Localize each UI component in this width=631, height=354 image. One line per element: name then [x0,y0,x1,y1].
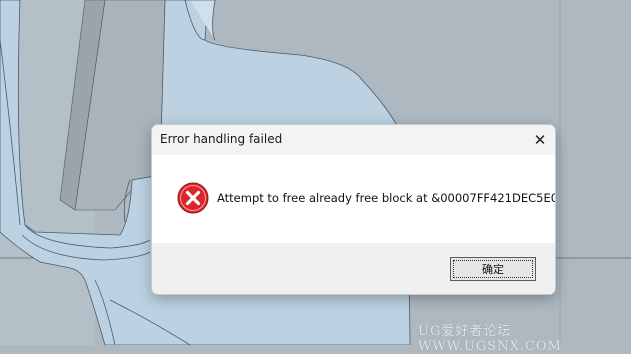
error-x-icon [177,182,209,214]
dialog-content: Attempt to free already free block at &0… [152,155,555,243]
error-message: Attempt to free already free block at &0… [217,191,556,205]
dialog-titlebar[interactable]: Error handling failed ✕ [152,125,555,155]
watermark: UG爱好者论坛 WWW.UGSNX.COM [418,324,562,354]
ok-button[interactable]: 确定 [450,257,536,281]
dialog-title: Error handling failed [160,132,283,146]
close-button[interactable]: ✕ [525,125,555,155]
error-dialog: Error handling failed ✕ Attempt to free … [151,124,556,295]
dialog-footer: 确定 [152,243,555,294]
